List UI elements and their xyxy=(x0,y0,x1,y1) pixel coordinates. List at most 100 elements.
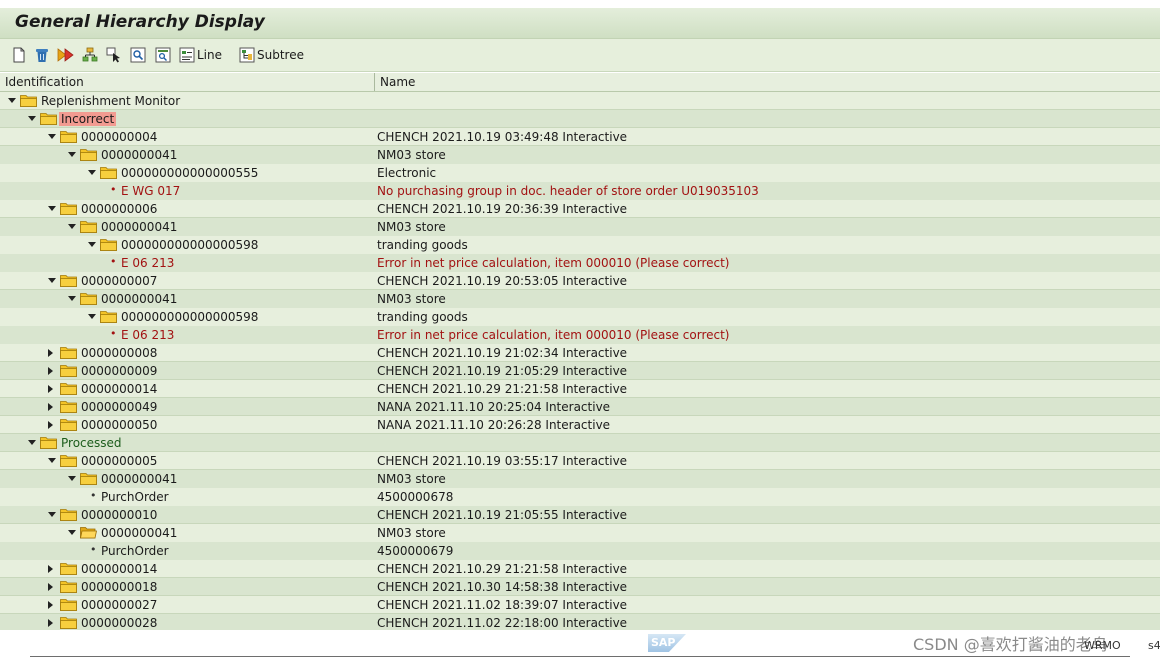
tree-row[interactable]: Incorrect xyxy=(0,110,1160,128)
node-identification[interactable]: Replenishment Monitor xyxy=(41,94,180,108)
tree-row[interactable]: 0000000041 NM03 store xyxy=(0,470,1160,488)
tree-row[interactable]: • PurchOrder 4500000679 xyxy=(0,542,1160,560)
node-identification[interactable]: PurchOrder xyxy=(101,490,169,504)
collapse-toggle-icon[interactable] xyxy=(28,440,36,445)
folder-icon xyxy=(60,382,77,395)
node-identification[interactable]: 0000000014 xyxy=(81,382,157,396)
tree-row[interactable]: 000000000000000555 Electronic xyxy=(0,164,1160,182)
select-button[interactable] xyxy=(106,46,122,64)
subtree-button[interactable]: Subtree xyxy=(239,46,304,64)
tree-row[interactable]: 0000000007 CHENCH 2021.10.19 20:53:05 Int… xyxy=(0,272,1160,290)
node-identification[interactable]: 0000000008 xyxy=(81,346,157,360)
collapse-toggle-icon[interactable] xyxy=(68,224,76,229)
sap-logo-text: SAP xyxy=(651,636,676,649)
expand-toggle-icon[interactable] xyxy=(48,349,53,357)
node-identification[interactable]: PurchOrder xyxy=(101,544,169,558)
collapse-toggle-icon[interactable] xyxy=(88,170,96,175)
node-identification[interactable]: 000000000000000555 xyxy=(121,166,258,180)
node-identification[interactable]: E WG 017 xyxy=(121,184,180,198)
tree-row[interactable]: 0000000008 CHENCH 2021.10.19 21:02:34 Int… xyxy=(0,344,1160,362)
expand-toggle-icon[interactable] xyxy=(48,601,53,609)
expand-toggle-icon[interactable] xyxy=(48,403,53,411)
node-identification[interactable]: 0000000041 xyxy=(101,148,177,162)
collapse-toggle-icon[interactable] xyxy=(48,134,56,139)
collapse-toggle-icon[interactable] xyxy=(68,530,76,535)
expand-all-button[interactable] xyxy=(82,46,98,64)
node-identification[interactable]: 0000000006 xyxy=(81,202,157,216)
node-identification[interactable]: Incorrect xyxy=(59,112,117,126)
node-identification[interactable]: 0000000018 xyxy=(81,580,157,594)
collapse-toggle-icon[interactable] xyxy=(48,206,56,211)
expand-toggle-icon[interactable] xyxy=(48,385,53,393)
node-identification[interactable]: 0000000050 xyxy=(81,418,157,432)
node-identification[interactable]: 0000000041 xyxy=(101,526,177,540)
node-identification[interactable]: 0000000014 xyxy=(81,562,157,576)
expand-toggle-icon[interactable] xyxy=(48,583,53,591)
node-identification[interactable]: 0000000004 xyxy=(81,130,157,144)
collapse-toggle-icon[interactable] xyxy=(28,116,36,121)
expand-toggle-icon[interactable] xyxy=(48,421,53,429)
node-identification[interactable]: 0000000041 xyxy=(101,292,177,306)
tree-row[interactable]: 0000000005 CHENCH 2021.10.19 03:55:17 Int… xyxy=(0,452,1160,470)
column-name[interactable]: Name xyxy=(380,75,415,89)
line-button[interactable]: Line xyxy=(179,46,222,64)
node-identification[interactable]: 0000000027 xyxy=(81,598,157,612)
collapse-toggle-icon[interactable] xyxy=(8,98,16,103)
collapse-toggle-icon[interactable] xyxy=(48,458,56,463)
node-identification[interactable]: 000000000000000598 xyxy=(121,238,258,252)
collapse-toggle-icon[interactable] xyxy=(48,278,56,283)
column-resize-handle[interactable] xyxy=(374,73,375,91)
node-identification[interactable]: 0000000007 xyxy=(81,274,157,288)
tree-row[interactable]: 0000000050 NANA 2021.11.10 20:26:28 Inter… xyxy=(0,416,1160,434)
tree-row[interactable]: 0000000009 CHENCH 2021.10.19 21:05:29 Int… xyxy=(0,362,1160,380)
collapse-toggle-icon[interactable] xyxy=(68,296,76,301)
node-identification[interactable]: 0000000041 xyxy=(101,472,177,486)
expand-toggle-icon[interactable] xyxy=(48,367,53,375)
collapse-toggle-icon[interactable] xyxy=(88,314,96,319)
column-identification[interactable]: Identification xyxy=(5,75,84,89)
collapse-toggle-icon[interactable] xyxy=(68,476,76,481)
node-identification[interactable]: 0000000009 xyxy=(81,364,157,378)
node-identification[interactable]: 0000000041 xyxy=(101,220,177,234)
tree-row[interactable]: Replenishment Monitor xyxy=(0,92,1160,110)
find-next-button[interactable] xyxy=(155,46,171,64)
node-identification[interactable]: E 06 213 xyxy=(121,328,174,342)
tree-row[interactable]: 0000000028 CHENCH 2021.11.02 22:18:00 Int… xyxy=(0,614,1160,630)
tree-row[interactable]: • PurchOrder 4500000678 xyxy=(0,488,1160,506)
tree-row[interactable]: 0000000006 CHENCH 2021.10.19 20:36:39 Int… xyxy=(0,200,1160,218)
tree-row[interactable]: 0000000004 CHENCH 2021.10.19 03:49:48 Int… xyxy=(0,128,1160,146)
node-identification[interactable]: 0000000005 xyxy=(81,454,157,468)
node-identification[interactable]: 0000000028 xyxy=(81,616,157,630)
node-identification[interactable]: E 06 213 xyxy=(121,256,174,270)
new-document-button[interactable] xyxy=(12,46,26,64)
tree-row[interactable]: 0000000041 NM03 store xyxy=(0,146,1160,164)
node-identification[interactable]: Processed xyxy=(61,436,122,450)
find-button[interactable] xyxy=(130,46,146,64)
tree-row[interactable]: 0000000027 CHENCH 2021.11.02 18:39:07 Int… xyxy=(0,596,1160,614)
collapse-toggle-icon[interactable] xyxy=(68,152,76,157)
delete-button[interactable] xyxy=(34,46,50,64)
expand-toggle-icon[interactable] xyxy=(48,565,53,573)
node-identification[interactable]: 0000000010 xyxy=(81,508,157,522)
collapse-toggle-icon[interactable] xyxy=(88,242,96,247)
execute-button[interactable] xyxy=(57,46,75,64)
tree-row[interactable]: 0000000041 NM03 store xyxy=(0,218,1160,236)
tree-row[interactable]: 0000000018 CHENCH 2021.10.30 14:58:38 Int… xyxy=(0,578,1160,596)
tree-row[interactable]: Processed xyxy=(0,434,1160,452)
collapse-toggle-icon[interactable] xyxy=(48,512,56,517)
tree-row[interactable]: 0000000041 NM03 store xyxy=(0,524,1160,542)
tree-row[interactable]: 0000000010 CHENCH 2021.10.19 21:05:55 Int… xyxy=(0,506,1160,524)
tree-row[interactable]: 0000000014 CHENCH 2021.10.29 21:21:58 Int… xyxy=(0,380,1160,398)
tree-row[interactable]: 0000000049 NANA 2021.11.10 20:25:04 Inter… xyxy=(0,398,1160,416)
node-identification[interactable]: 0000000049 xyxy=(81,400,157,414)
tree-row[interactable]: 000000000000000598 tranding goods xyxy=(0,236,1160,254)
tree-row[interactable]: 000000000000000598 tranding goods xyxy=(0,308,1160,326)
tree-row[interactable]: 0000000041 NM03 store xyxy=(0,290,1160,308)
expand-toggle-icon[interactable] xyxy=(48,619,53,627)
node-identification[interactable]: 000000000000000598 xyxy=(121,310,258,324)
tree-row[interactable]: • E WG 017 No purchasing group in doc. hea… xyxy=(0,182,1160,200)
folder-icon xyxy=(80,220,97,233)
tree-row[interactable]: • E 06 213 Error in net price calculation,… xyxy=(0,254,1160,272)
tree-row[interactable]: 0000000014 CHENCH 2021.10.29 21:21:58 Int… xyxy=(0,560,1160,578)
tree-row[interactable]: • E 06 213 Error in net price calculation,… xyxy=(0,326,1160,344)
